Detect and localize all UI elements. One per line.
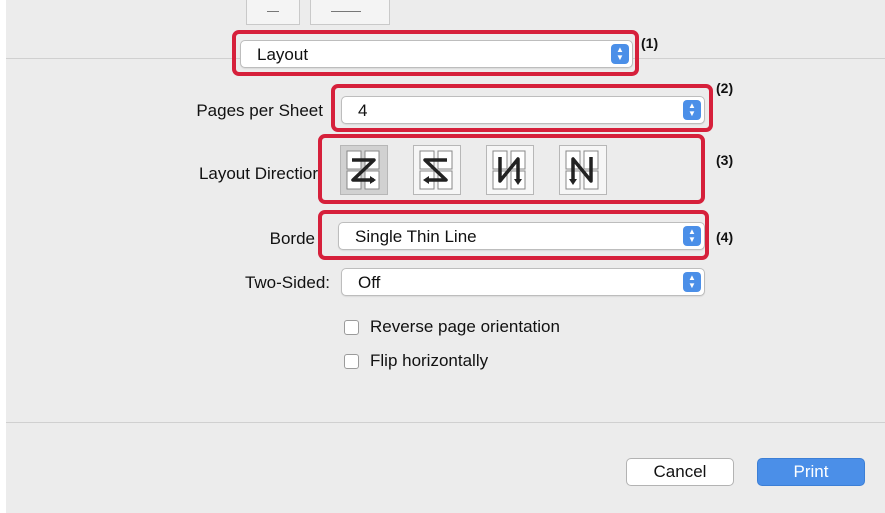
layout-direction-label: Layout Directior [198,164,318,183]
highlight-box-1 [232,30,639,76]
flip-horizontally-label: Flip horizontally [370,351,489,370]
toolbar-tab-preview[interactable] [310,0,390,25]
highlight-box-4 [318,210,709,260]
callout-2: (2) [716,80,734,96]
two-sided-value: Off [358,273,381,292]
callout-4: (4) [716,229,734,245]
two-sided-label: Two-Sided: [244,273,330,292]
n-mirrored-icon [565,150,599,190]
toolbar-tab-pages[interactable] [246,0,300,25]
two-sided-popup[interactable]: Off ▲ ▼ [341,268,705,296]
highlight-box-2 [331,84,713,132]
popup-arrows-icon: ▲ ▼ [683,272,701,292]
layout-direction-z-button[interactable] [340,145,388,195]
reverse-page-orientation-checkbox[interactable] [344,320,359,335]
reverse-page-orientation-label: Reverse page orientation [370,317,560,336]
layout-direction-n-button[interactable] [486,145,534,195]
layout-direction-s-button[interactable] [413,145,461,195]
callout-3: (3) [716,152,734,168]
cancel-button[interactable]: Cancel [626,458,734,486]
n-top-to-bottom-icon [492,150,526,190]
section-divider [6,422,885,423]
page-icon [331,11,361,18]
border-label: Borde [269,229,315,248]
callout-1: (1) [641,35,659,51]
s-right-to-left-icon [419,150,453,190]
pages-per-sheet-label: Pages per Sheet [196,101,323,120]
flip-horizontally-checkbox[interactable] [344,354,359,369]
page-icon [267,11,279,18]
print-button[interactable]: Print [757,458,865,486]
layout-direction-n-mirrored-button[interactable] [559,145,607,195]
z-left-to-right-icon [346,150,380,190]
